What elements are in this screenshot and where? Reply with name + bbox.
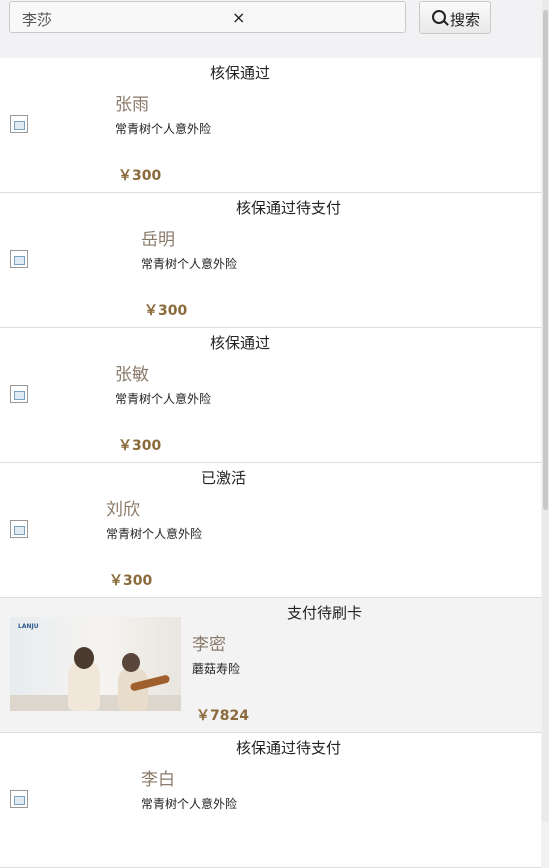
price: ￥300 — [144, 303, 188, 319]
customer-name: 李白 — [141, 770, 175, 790]
price: ￥300 — [109, 573, 153, 589]
broken-image-icon — [10, 250, 28, 268]
status-label: 核保通过 — [210, 334, 271, 352]
customer-name: 刘欣 — [106, 500, 140, 520]
product-name: 常青树个人意外险 — [141, 797, 238, 811]
customer-name: 张雨 — [115, 95, 149, 115]
product-name: 常青树个人意外险 — [106, 527, 203, 541]
status-label: 支付待刷卡 — [287, 604, 363, 622]
list-item[interactable]: 核保通过待支付 岳明 常青树个人意外险 ￥300 — [0, 193, 541, 328]
broken-image-icon — [10, 115, 28, 133]
broken-image-icon — [10, 520, 28, 538]
customer-name: 李密 — [192, 635, 226, 655]
search-icon — [432, 10, 446, 24]
broken-image-icon — [10, 790, 28, 808]
product-name: 常青树个人意外险 — [141, 257, 238, 271]
scrollbar[interactable] — [542, 0, 549, 822]
brand-logo: LANJU — [18, 623, 39, 630]
list-item[interactable]: 已激活 刘欣 常青树个人意外险 ￥300 — [0, 463, 541, 598]
list-item[interactable]: LANJU 支付待刷卡 李密 蘑菇寿险 ￥7824 — [0, 598, 541, 733]
list-item[interactable]: 核保通过 张敏 常青树个人意外险 ￥300 — [0, 328, 541, 463]
price: ￥300 — [118, 168, 162, 184]
search-button[interactable]: 搜索 — [419, 1, 491, 34]
price: ￥300 — [118, 438, 162, 454]
search-input[interactable]: 李莎 × — [9, 1, 406, 33]
list-item[interactable]: 核保通过 张雨 常青树个人意外险 ￥300 — [0, 58, 541, 193]
customer-name: 张敏 — [115, 365, 149, 385]
broken-image-icon — [10, 385, 28, 403]
customer-name: 岳明 — [141, 230, 175, 250]
scrollbar-thumb[interactable] — [543, 10, 548, 510]
product-name: 常青树个人意外险 — [115, 392, 212, 406]
product-name: 常青树个人意外险 — [115, 122, 212, 136]
price: ￥7824 — [196, 708, 249, 724]
policy-list: 核保通过 张雨 常青树个人意外险 ￥300 核保通过待支付 岳明 常青树个人意外… — [0, 58, 541, 868]
status-label: 核保通过待支付 — [236, 199, 342, 217]
list-item[interactable]: 核保通过待支付 李白 常青树个人意外险 — [0, 733, 541, 868]
search-input-value: 李莎 — [22, 11, 53, 29]
search-bar: 李莎 × 搜索 — [0, 0, 549, 58]
status-label: 核保通过待支付 — [236, 739, 342, 757]
product-photo: LANJU — [10, 617, 181, 711]
status-label: 已激活 — [201, 469, 247, 487]
search-button-label: 搜索 — [450, 11, 481, 29]
clear-icon[interactable]: × — [232, 8, 245, 27]
product-name: 蘑菇寿险 — [192, 662, 241, 676]
status-label: 核保通过 — [210, 64, 271, 82]
